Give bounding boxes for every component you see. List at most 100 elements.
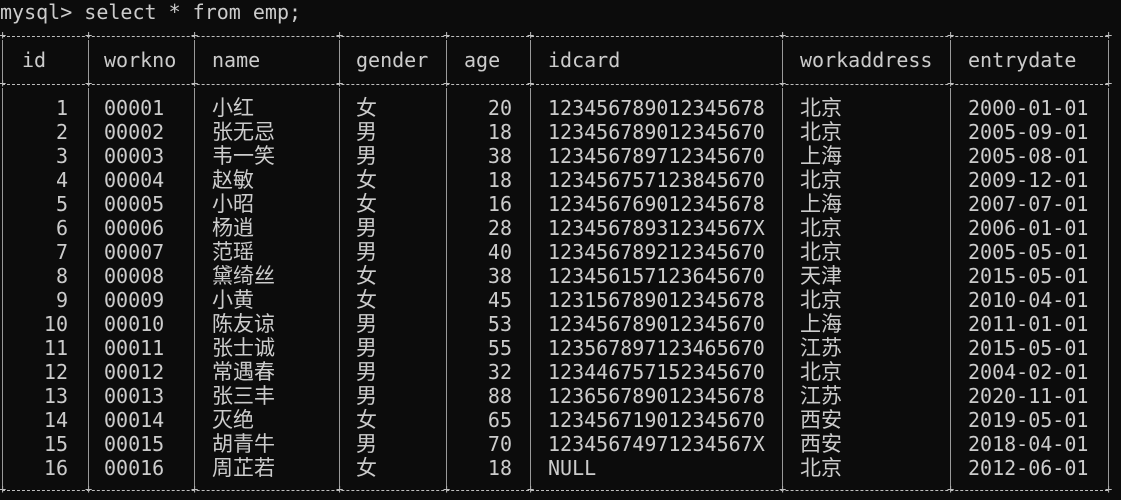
table-cell-id: 9 [55,288,68,312]
table-cell-workaddress: 上海 [800,144,842,168]
table-cell-gender: 男 [356,240,377,264]
table-cell-entrydate: 2015-05-01 [968,336,1089,360]
table-cell-name: 灭绝 [212,408,254,432]
table-cell-id: 10 [43,312,68,336]
table-cell-workno: 00009 [104,288,165,312]
table-cell-gender: 男 [356,432,377,456]
border-corner: + [947,482,955,496]
column-header-id: id [22,48,47,72]
border-corner: + [85,76,93,90]
table-cell-idcard: 123456789012345670 [548,312,765,336]
table-cell-age: 40 [487,240,512,264]
table-cell-workno: 00006 [104,216,165,240]
table-cell-name: 张士诚 [212,336,275,360]
table-cell-idcard: 123456757123845670 [548,168,765,192]
table-cell-workno: 00012 [104,360,165,384]
border-corner: + [779,482,787,496]
border-corner: + [947,28,955,42]
table-cell-workno: 00010 [104,312,165,336]
border-corner: + [191,482,199,496]
column-header-gender: gender [356,48,429,72]
table-cell-name: 杨逍 [212,216,254,240]
column-separator [446,88,447,486]
table-cell-age: 20 [487,96,512,120]
table-cell-name: 常遇春 [212,360,275,384]
table-cell-gender: 男 [356,120,377,144]
table-cell-age: 70 [487,432,512,456]
table-cell-idcard: 123456789212345670 [548,240,765,264]
table-cell-workaddress: 西安 [800,432,842,456]
table-cell-workno: 00002 [104,120,165,144]
table-cell-entrydate: 2009-12-01 [968,168,1089,192]
table-cell-entrydate: 2006-01-01 [968,216,1089,240]
table-cell-workno: 00016 [104,456,165,480]
table-cell-workno: 00014 [104,408,165,432]
table-cell-gender: 女 [356,456,377,480]
border-corner: + [1105,482,1113,496]
table-cell-workno: 00011 [104,336,165,360]
table-bottom-border [2,490,1108,491]
column-header-workaddress: workaddress [800,48,933,72]
table-cell-entrydate: 2005-09-01 [968,120,1089,144]
table-cell-entrydate: 2015-05-01 [968,264,1089,288]
table-cell-age: 16 [487,192,512,216]
table-cell-workaddress: 江苏 [800,384,842,408]
table-cell-idcard: 123456719012345670 [548,408,765,432]
table-cell-id: 1 [55,96,68,120]
table-cell-id: 7 [55,240,68,264]
table-cell-entrydate: 2000-01-01 [968,96,1089,120]
table-cell-workaddress: 上海 [800,192,842,216]
table-cell-entrydate: 2019-05-01 [968,408,1089,432]
column-separator [446,40,447,80]
table-top-border [2,36,1108,37]
column-header-name: name [212,48,261,72]
border-corner: + [527,76,535,90]
column-separator [88,40,89,80]
table-cell-idcard: 123456789012345670 [548,120,765,144]
table-cell-gender: 男 [356,384,377,408]
table-cell-workaddress: 北京 [800,120,842,144]
table-cell-id: 16 [43,456,68,480]
column-separator [88,88,89,486]
border-corner: + [1105,28,1113,42]
table-cell-gender: 男 [356,216,377,240]
table-cell-workaddress: 北京 [800,360,842,384]
table-cell-age: 45 [487,288,512,312]
table-cell-gender: 女 [356,408,377,432]
border-corner: + [1105,76,1113,90]
table-cell-id: 4 [55,168,68,192]
table-cell-workno: 00001 [104,96,165,120]
column-separator [530,40,531,80]
table-cell-workaddress: 北京 [800,96,842,120]
column-separator [194,40,195,80]
table-cell-idcard: 123567897123465670 [548,336,765,360]
table-cell-gender: 女 [356,288,377,312]
border-corner: + [947,76,955,90]
border-corner: + [336,76,344,90]
table-cell-entrydate: 2007-07-01 [968,192,1089,216]
table-cell-age: 38 [487,144,512,168]
column-separator [782,40,783,80]
table-cell-name: 张无忌 [212,120,275,144]
column-header-age: age [464,48,501,72]
table-cell-entrydate: 2020-11-01 [968,384,1089,408]
table-cell-entrydate: 2012-06-01 [968,456,1089,480]
table-cell-id: 15 [43,432,68,456]
table-cell-workno: 00007 [104,240,165,264]
table-cell-workno: 00003 [104,144,165,168]
table-cell-idcard: 123456157123645670 [548,264,765,288]
border-corner: + [191,76,199,90]
border-corner: + [0,482,7,496]
table-header-border [2,84,1108,85]
table-cell-gender: 男 [356,312,377,336]
table-cell-age: 88 [487,384,512,408]
table-cell-name: 陈友谅 [212,312,275,336]
table-cell-workno: 00008 [104,264,165,288]
table-cell-gender: 女 [356,168,377,192]
table-cell-idcard: 123456789012345678 [548,96,765,120]
table-cell-name: 周芷若 [212,456,275,480]
border-corner: + [443,76,451,90]
column-separator [530,88,531,486]
table-cell-entrydate: 2005-08-01 [968,144,1089,168]
border-corner: + [779,76,787,90]
